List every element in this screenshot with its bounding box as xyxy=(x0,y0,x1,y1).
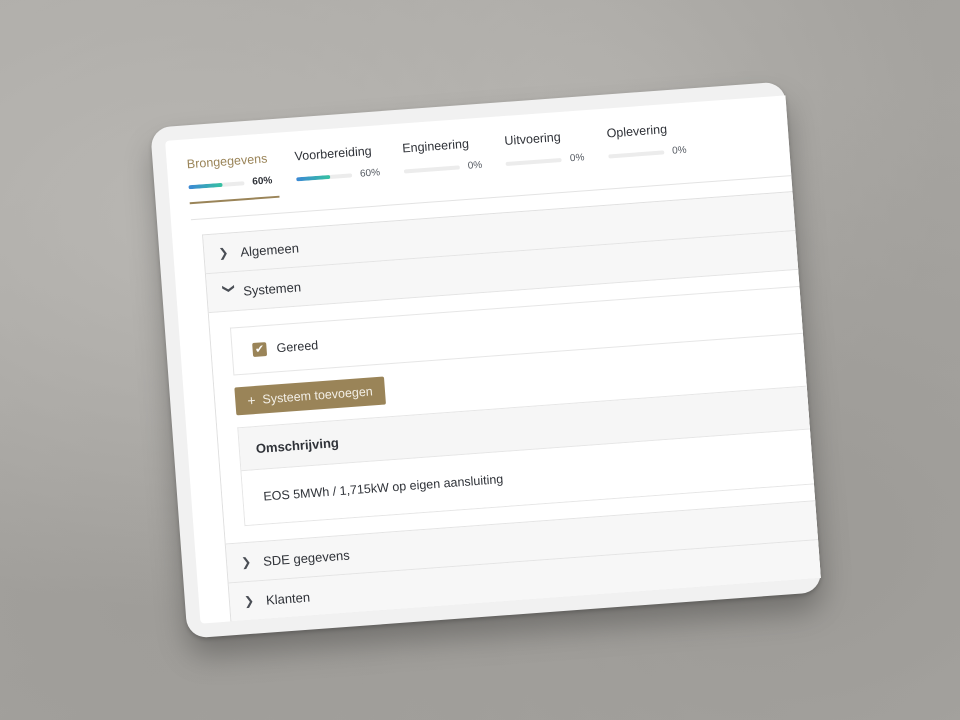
tab-oplevering[interactable]: Oplevering 0% xyxy=(606,120,694,173)
tab-progress: 0% xyxy=(608,145,687,162)
check-icon: ✔ xyxy=(254,343,265,356)
progress-bar xyxy=(608,149,665,158)
progress-bar xyxy=(296,172,353,181)
tab-progress: 0% xyxy=(403,159,483,177)
progress-bar-fill xyxy=(188,182,223,189)
ready-checkbox[interactable]: ✔ xyxy=(252,342,268,358)
app-screen: Brongegevens 60% Voorbereiding 60% Engin… xyxy=(165,95,821,624)
accordion-title: SDE gegevens xyxy=(262,547,351,569)
active-tab-indicator xyxy=(189,195,280,205)
progress-percentage: 0% xyxy=(569,152,585,165)
phase-tabs: Brongegevens 60% Voorbereiding 60% Engin… xyxy=(186,119,711,205)
progress-percentage: 0% xyxy=(467,159,483,172)
tab-uitvoering[interactable]: Uitvoering 0% xyxy=(504,128,592,181)
chevron-right-icon: ❯ xyxy=(217,245,230,261)
tab-progress: 60% xyxy=(296,167,381,184)
progress-bar-fill xyxy=(296,174,330,181)
chevron-down-icon: ❯ xyxy=(221,283,237,295)
ready-checkbox-label: Gereed xyxy=(276,338,319,356)
progress-bar xyxy=(506,157,563,166)
tab-label: Oplevering xyxy=(606,122,668,141)
tab-engineering[interactable]: Engineering 0% xyxy=(402,135,490,188)
progress-percentage: 0% xyxy=(671,144,687,157)
accordion-title: Klanten xyxy=(265,589,311,608)
accordion-panel: ❯ Algemeen ❯ Systemen ✔ Gereed + Systeem… xyxy=(202,191,821,623)
tab-label: Brongegevens xyxy=(186,151,268,172)
accordion-title: Systemen xyxy=(242,278,302,299)
chevron-right-icon: ❯ xyxy=(240,554,252,570)
chevron-right-icon: ❯ xyxy=(243,593,255,609)
tab-label: Voorbereiding xyxy=(294,143,373,164)
progress-percentage: 60% xyxy=(359,167,381,180)
tab-voorbereiding[interactable]: Voorbereiding 60% xyxy=(294,143,387,196)
plus-icon: + xyxy=(246,392,257,409)
tab-progress: 0% xyxy=(506,152,585,169)
add-system-button[interactable]: + Systeem toevoegen xyxy=(234,376,386,416)
tab-brongegevens[interactable]: Brongegevens 60% xyxy=(186,151,280,205)
progress-bar xyxy=(403,164,460,173)
accordion-title: Algemeen xyxy=(239,239,300,260)
tab-progress: 60% xyxy=(188,175,273,192)
progress-bar xyxy=(188,180,245,189)
tab-label: Engineering xyxy=(401,136,470,156)
tab-label: Uitvoering xyxy=(503,129,562,149)
add-system-button-label: Systeem toevoegen xyxy=(261,384,374,407)
tablet-device: Brongegevens 60% Voorbereiding 60% Engin… xyxy=(150,81,822,639)
progress-percentage: 60% xyxy=(251,175,273,188)
accordion-body-systemen: ✔ Gereed + Systeem toevoegen Omschrijvin… xyxy=(208,269,816,545)
